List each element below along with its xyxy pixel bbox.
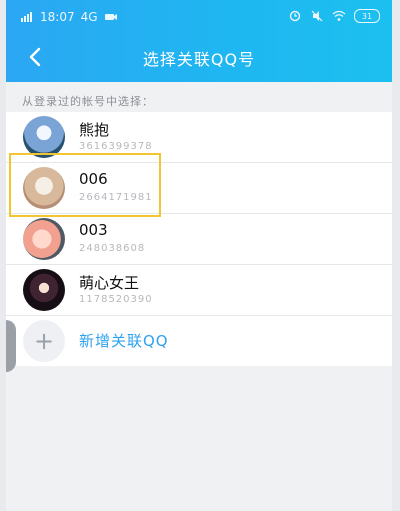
account-list: 熊抱 3616399378 006 2664171981 003 2480386…	[6, 112, 392, 366]
phone-screen: 18:07 4G 31 选择关联QQ号 从登录过的帐号中选择： 熊抱 36163…	[6, 0, 392, 511]
account-row[interactable]: 萌心女王 1178520390	[6, 265, 392, 316]
edge-handle[interactable]	[6, 320, 16, 372]
avatar-face-icon	[23, 218, 65, 260]
selection-highlight	[9, 153, 161, 217]
section-hint: 从登录过的帐号中选择：	[22, 95, 154, 108]
account-name: 萌心女王	[79, 274, 140, 292]
status-right: 31	[288, 9, 380, 23]
top-bar: 18:07 4G 31 选择关联QQ号	[6, 0, 392, 82]
add-account-button[interactable]: + 新增关联QQ	[6, 316, 392, 366]
alarm-icon	[289, 10, 301, 22]
nav-row: 选择关联QQ号	[6, 34, 392, 78]
status-left: 18:07 4G	[20, 10, 118, 24]
add-account-label: 新增关联QQ	[79, 332, 169, 350]
mute-icon	[311, 10, 323, 22]
account-name: 熊抱	[79, 121, 110, 139]
avatar-person-icon	[23, 116, 65, 158]
account-name: 003	[79, 221, 108, 239]
battery-icon: 31	[354, 9, 380, 23]
avatar-girl-icon	[23, 269, 65, 311]
account-number: 248038608	[79, 243, 146, 254]
plus-icon: +	[23, 320, 65, 362]
status-bar: 18:07 4G 31	[6, 0, 392, 34]
account-number: 3616399378	[79, 141, 153, 152]
account-number: 1178520390	[79, 294, 153, 305]
network-type: 4G	[80, 10, 98, 24]
status-time: 18:07	[40, 10, 75, 24]
video-icon	[104, 14, 117, 20]
signal-icon	[21, 12, 32, 22]
account-row[interactable]: 003 248038608	[6, 214, 392, 265]
wifi-icon	[332, 10, 346, 21]
battery-level: 31	[361, 11, 373, 21]
page-title: 选择关联QQ号	[142, 50, 256, 69]
